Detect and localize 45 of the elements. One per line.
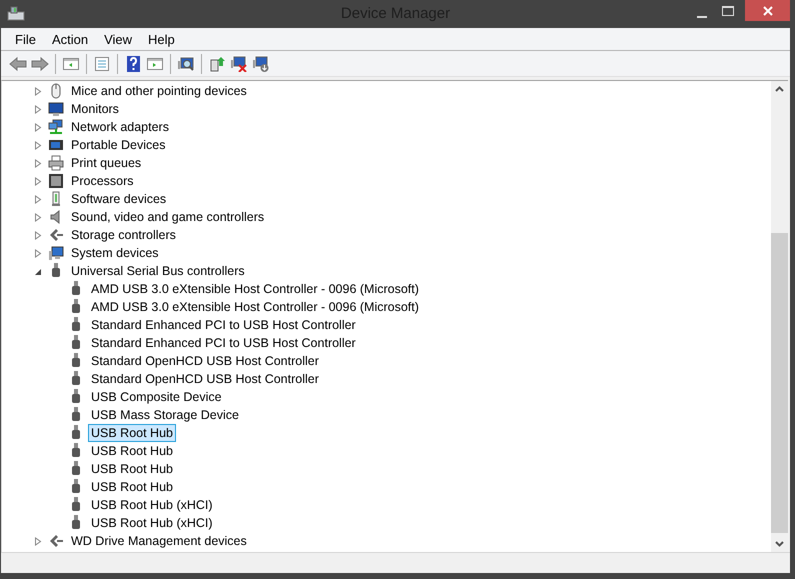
category-label[interactable]: Portable Devices: [68, 136, 168, 154]
device-icon: [48, 137, 64, 153]
category-label[interactable]: Universal Serial Bus controllers: [68, 262, 248, 280]
menu-item[interactable]: Action: [44, 30, 96, 48]
device-label[interactable]: Standard OpenHCD USB Host Controller: [88, 352, 322, 370]
expander-icon[interactable]: [34, 266, 42, 276]
network-icon: [48, 119, 64, 135]
computer-icon: [48, 245, 64, 261]
device-label[interactable]: USB Root Hub: [88, 460, 176, 478]
storage-icon: [48, 533, 64, 549]
menu-item[interactable]: View: [96, 30, 140, 48]
monitor-icon: [48, 101, 64, 117]
chip-icon: [48, 173, 64, 189]
category-label[interactable]: Storage controllers: [68, 226, 179, 244]
printer-icon: [48, 155, 64, 171]
category-label[interactable]: Sound, video and game controllers: [68, 208, 268, 226]
device-label[interactable]: USB Composite Device: [88, 388, 225, 406]
category-label[interactable]: Processors: [68, 172, 137, 190]
device-label[interactable]: Standard OpenHCD USB Host Controller: [88, 370, 322, 388]
device-label[interactable]: AMD USB 3.0 eXtensible Host Controller - 0096 (Microsoft): [88, 280, 422, 298]
maximize-icon: [721, 4, 735, 16]
close-button[interactable]: [745, 0, 790, 21]
category-label[interactable]: WD Drive Management devices: [68, 532, 250, 550]
storage-icon: [48, 227, 64, 243]
device-label[interactable]: USB Root Hub: [88, 442, 176, 460]
device-label[interactable]: USB Mass Storage Device: [88, 406, 242, 424]
category-label[interactable]: Mice and other pointing devices: [68, 82, 250, 100]
minimize-icon: [697, 16, 707, 18]
menu-item[interactable]: Help: [140, 30, 183, 48]
device-label[interactable]: Standard Enhanced PCI to USB Host Controller: [88, 334, 359, 352]
device-label[interactable]: USB Root Hub (xHCI): [88, 514, 216, 532]
category-label[interactable]: Software devices: [68, 190, 170, 208]
device-label[interactable]: Standard Enhanced PCI to USB Host Controller: [88, 316, 359, 334]
scrollbar[interactable]: [771, 81, 788, 552]
device-label[interactable]: AMD USB 3.0 eXtensible Host Controller - 0096 (Microsoft): [88, 298, 422, 316]
computer-icon: [7, 6, 25, 22]
category-label[interactable]: System devices: [68, 244, 162, 262]
category-label[interactable]: Network adapters: [68, 118, 172, 136]
device-label[interactable]: USB Root Hub: [88, 478, 176, 496]
device-label[interactable]: USB Root Hub (xHCI): [88, 496, 216, 514]
device-label[interactable]: USB Root Hub: [88, 424, 176, 442]
category-label[interactable]: Monitors: [68, 100, 122, 118]
close-icon: [762, 4, 774, 16]
category-label[interactable]: Print queues: [68, 154, 144, 172]
menu-item[interactable]: File: [7, 30, 44, 48]
